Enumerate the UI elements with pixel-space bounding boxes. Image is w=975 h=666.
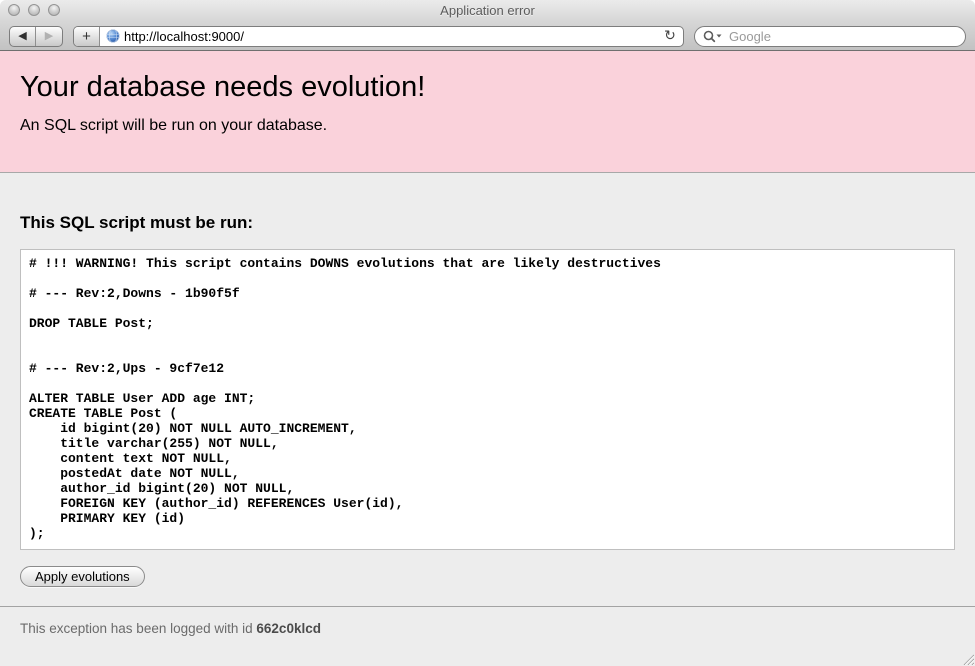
search-input[interactable] xyxy=(727,28,957,45)
back-button[interactable]: ◀ xyxy=(10,27,36,46)
titlebar[interactable]: Application error xyxy=(0,0,975,22)
zoom-button[interactable] xyxy=(48,4,60,16)
browser-window: Application error ◀ ▶ + ↻ xyxy=(0,0,975,666)
minimize-button[interactable] xyxy=(28,4,40,16)
close-button[interactable] xyxy=(8,4,20,16)
sql-script: # !!! WARNING! This script contains DOWN… xyxy=(20,249,955,550)
forward-button[interactable]: ▶ xyxy=(36,27,62,46)
new-tab-button[interactable]: + xyxy=(74,27,100,46)
nav-button-group: ◀ ▶ xyxy=(9,26,63,47)
search-field[interactable] xyxy=(694,26,966,47)
url-input[interactable] xyxy=(124,27,657,46)
reload-button[interactable]: ↻ xyxy=(657,27,683,46)
search-icon xyxy=(703,30,723,43)
footer-message: This exception has been logged with id xyxy=(20,621,256,636)
script-heading: This SQL script must be run: xyxy=(20,213,955,233)
error-banner: Your database needs evolution! An SQL sc… xyxy=(0,51,975,173)
address-bar: + ↻ xyxy=(73,26,684,47)
resize-grip[interactable] xyxy=(960,651,974,665)
apply-evolutions-button[interactable]: Apply evolutions xyxy=(20,566,145,587)
browser-toolbar: ◀ ▶ + ↻ xyxy=(0,22,975,51)
main-content: This SQL script must be run: # !!! WARNI… xyxy=(0,213,975,587)
exception-id: 662c0klcd xyxy=(256,621,321,636)
traffic-lights xyxy=(8,4,60,16)
globe-icon xyxy=(106,29,120,43)
banner-subtitle: An SQL script will be run on your databa… xyxy=(20,117,955,135)
page-title: Your database needs evolution! xyxy=(20,71,955,104)
footer: This exception has been logged with id 6… xyxy=(0,606,975,650)
window-title: Application error xyxy=(0,0,975,22)
